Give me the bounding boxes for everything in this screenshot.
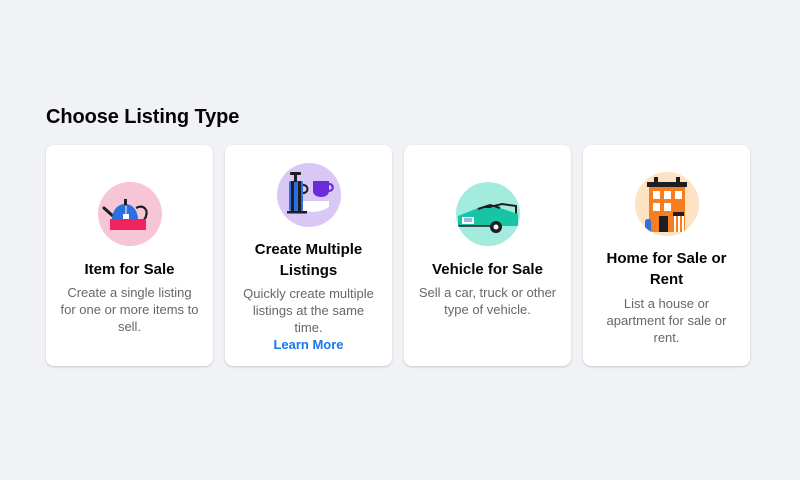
learn-more-link[interactable]: Learn More [273, 336, 343, 353]
card-description: List a house or apartment for sale or re… [606, 296, 727, 345]
card-title: Create Multiple Listings [254, 241, 363, 279]
page-title: Choose Listing Type [46, 106, 240, 128]
listing-type-cards: Item for Sale Create a single listing fo… [46, 145, 750, 366]
card-item-for-sale[interactable]: Item for Sale Create a single listing fo… [46, 145, 213, 366]
card-title: Home for Sale or Rent [606, 250, 727, 288]
card-description: Sell a car, truck or other type of vehic… [418, 285, 557, 317]
card-vehicle-for-sale[interactable]: Vehicle for Sale Sell a car, truck or ot… [404, 145, 571, 366]
teapot-icon [97, 182, 162, 246]
card-create-multiple-listings[interactable]: Create Multiple Listings Quickly create … [225, 145, 392, 366]
card-home-for-sale-or-rent[interactable]: Home for Sale or Rent List a house or ap… [583, 145, 750, 366]
card-title: Vehicle for Sale [432, 261, 543, 278]
card-description: Quickly create multiple listings at the … [243, 286, 374, 335]
car-icon [455, 182, 520, 246]
coffee-press-icon [276, 163, 341, 227]
card-title: Item for Sale [84, 261, 175, 278]
house-icon [634, 172, 699, 236]
card-description: Create a single listing for one or more … [60, 285, 199, 334]
